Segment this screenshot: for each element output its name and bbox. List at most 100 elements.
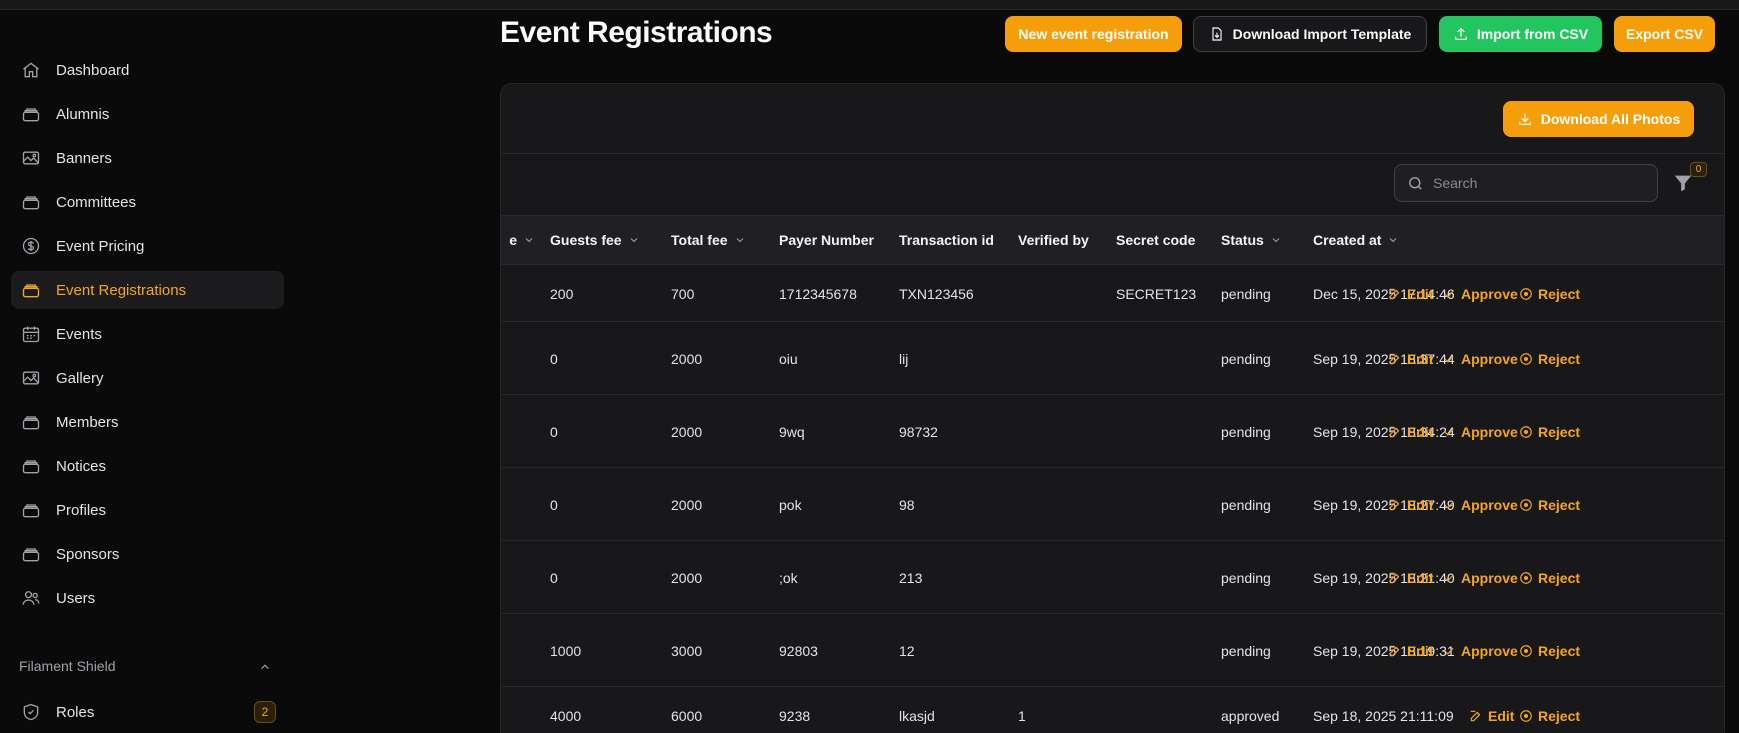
column-header-guests-fee[interactable]: Guests fee [550,232,640,248]
stack-icon [20,455,42,477]
sidebar-item-event-registrations[interactable]: Event Registrations [11,271,284,309]
sidebar-item-gallery[interactable]: Gallery [11,359,284,397]
edit-action[interactable]: Edit [1388,286,1433,302]
edit-icon [1470,710,1481,722]
sidebar-item-users[interactable]: Users [11,579,284,617]
cell-txn: lkasjd [899,708,935,724]
cell-payer: ;ok [779,570,798,586]
cell-created: Sep 18, 2025 21:11:09 [1313,708,1454,724]
cell-guests-fee: 0 [550,570,558,586]
check-icon [1444,355,1454,363]
table-row[interactable]: 0 2000 oiu lij pending Sep 19, 2025 18:37:44 E… [501,322,1724,395]
download-all-photos-button[interactable]: Download All Photos [1503,101,1694,137]
edit-action[interactable]: Edit [1469,708,1514,724]
import-csv-button[interactable]: Import from CSV [1439,16,1602,52]
approve-action[interactable]: Approve [1442,286,1518,302]
sidebar-item-event-pricing[interactable]: Event Pricing [11,227,284,265]
sidebar-item-label: Event Registrations [56,281,187,299]
table-row[interactable]: 0 2000 ;ok 213 pending Sep 19, 2025 18:21:40 E… [501,541,1724,614]
upload-icon [1454,27,1467,40]
sidebar-item-roles[interactable]: Roles 2 [11,693,284,731]
filter-count-badge: 0 [1690,162,1707,177]
table-row[interactable]: 4000 6000 9238 lkasjd 1 approved Sep 18, 2025 … [501,687,1724,733]
sidebar-item-dashboard[interactable]: Dashboard [11,51,284,89]
edit-icon [1389,499,1400,511]
reject-action[interactable]: Reject [1519,643,1580,659]
search-icon [1409,176,1422,190]
new-event-registration-button[interactable]: New event registration [1005,16,1182,52]
table-row[interactable]: 0 2000 pok 98 pending Sep 19, 2025 18:27:49 Ed… [501,468,1724,541]
table-row[interactable]: 1000 3000 92803 12 pending Sep 19, 2025 18:19… [501,614,1724,687]
approve-action[interactable]: Approve [1442,497,1518,513]
cell-payer: pok [779,497,802,513]
stack-icon [20,279,42,301]
cell-guests-fee: 200 [550,286,574,302]
edit-action[interactable]: Edit [1388,351,1433,367]
chevron-down-icon [630,238,637,243]
sidebar-item-label: Notices [56,457,107,475]
table-row[interactable]: 200 700 1712345678 TXN123456 SECRET123 pendin… [501,265,1724,322]
check-icon [1444,290,1454,298]
sidebar-item-alumnis[interactable]: Alumnis [11,95,284,133]
cell-total-fee: 2000 [671,570,703,586]
column-header-partial[interactable]: e [501,232,535,248]
x-circle-icon [1520,426,1532,438]
approve-action[interactable]: Approve [1442,351,1518,367]
approve-action[interactable]: Approve [1442,643,1518,659]
users-icon [20,587,42,609]
check-icon [1444,501,1454,509]
reject-action[interactable]: Reject [1519,570,1580,586]
chevron-down-icon [736,238,743,243]
cell-total-fee: 6000 [671,708,703,724]
search-box[interactable] [1394,164,1658,202]
page-title: Event Registrations [500,16,773,49]
export-csv-button[interactable]: Export CSV [1614,16,1715,52]
cell-payer: 1712345678 [779,286,857,302]
table-row[interactable]: 0 2000 9wq 98732 pending Sep 19, 2025 18:34:2… [501,395,1724,468]
search-input[interactable] [1433,175,1633,191]
column-header-secret-code: Secret code [1116,232,1196,248]
sidebar-item-label: Roles [56,703,95,721]
edit-action[interactable]: Edit [1388,497,1433,513]
home-icon [20,59,42,81]
cell-txn: lij [899,351,909,367]
cell-guests-fee: 0 [550,424,558,440]
sidebar-item-notices[interactable]: Notices [11,447,284,485]
cell-secret: SECRET123 [1116,286,1197,302]
edit-action[interactable]: Edit [1388,424,1433,440]
column-header-created-at[interactable]: Created at [1313,232,1399,248]
sidebar-item-banners[interactable]: Banners [11,139,284,177]
edit-action[interactable]: Edit [1388,643,1433,659]
column-header-total-fee[interactable]: Total fee [671,232,746,248]
download-import-template-button[interactable]: Download Import Template [1193,16,1427,52]
reject-action[interactable]: Reject [1519,497,1580,513]
check-icon [1444,647,1454,655]
column-header-status[interactable]: Status [1221,232,1282,248]
approve-action[interactable]: Approve [1442,424,1518,440]
approve-action[interactable]: Approve [1442,570,1518,586]
edit-icon [1389,353,1400,365]
chevron-up-icon[interactable] [258,660,272,674]
sidebar-item-label: Profiles [56,501,107,519]
sidebar: Dashboard Alumnis Banners Committees Event P… [0,10,300,733]
sidebar-item-members[interactable]: Members [11,403,284,441]
reject-action[interactable]: Reject [1519,424,1580,440]
cell-txn: 98 [899,497,915,513]
sidebar-item-sponsors[interactable]: Sponsors [11,535,284,573]
sidebar-item-committees[interactable]: Committees [11,183,284,221]
sidebar-item-label: Gallery [56,369,104,387]
cell-txn: 213 [899,570,923,586]
cell-status: pending [1221,570,1271,586]
sidebar-item-profiles[interactable]: Profiles [11,491,284,529]
stack-icon [20,411,42,433]
cell-status: approved [1221,708,1280,724]
reject-action[interactable]: Reject [1519,351,1580,367]
sidebar-item-events[interactable]: Events [11,315,284,353]
cell-guests-fee: 4000 [550,708,582,724]
cell-payer: 9238 [779,708,811,724]
edit-action[interactable]: Edit [1388,570,1433,586]
reject-action[interactable]: Reject [1519,708,1580,724]
reject-action[interactable]: Reject [1519,286,1580,302]
cell-total-fee: 700 [671,286,695,302]
x-circle-icon [1520,572,1532,584]
